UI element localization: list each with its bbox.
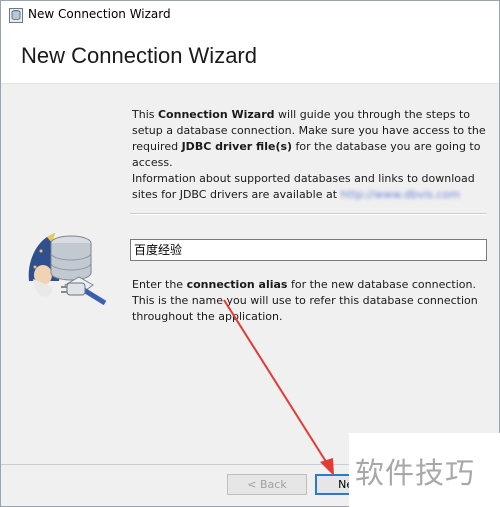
- download-link[interactable]: http://www.dbvis.com: [341, 187, 460, 203]
- title-bar: New Connection Wizard: [1, 1, 499, 30]
- info-paragraph-2: Information about supported databases an…: [132, 172, 475, 203]
- wizard-database-plug-icon: [28, 233, 107, 306]
- jdbc-driver-bold: JDBC driver file(s): [181, 140, 293, 153]
- section-divider-highlight: [130, 214, 487, 215]
- info-text: This Connection Wizard will guide you th…: [132, 107, 487, 203]
- window-title: New Connection Wizard: [28, 7, 171, 21]
- alias-description: Enter the connection alias for the new d…: [132, 278, 478, 323]
- database-app-icon: [9, 8, 23, 23]
- wizard-window: New Connection Wizard New Connection Wiz…: [0, 0, 500, 507]
- connection-alias-bold: connection alias: [186, 278, 288, 291]
- connection-wizard-bold: Connection Wizard: [157, 108, 275, 121]
- connection-alias-input[interactable]: 百度经验: [130, 239, 487, 261]
- info-paragraph-1: This Connection Wizard will guide you th…: [132, 108, 486, 169]
- page-title: New Connection Wizard: [21, 43, 257, 68]
- watermark-text: 软件技巧: [355, 456, 476, 490]
- back-button[interactable]: < Back: [227, 474, 307, 495]
